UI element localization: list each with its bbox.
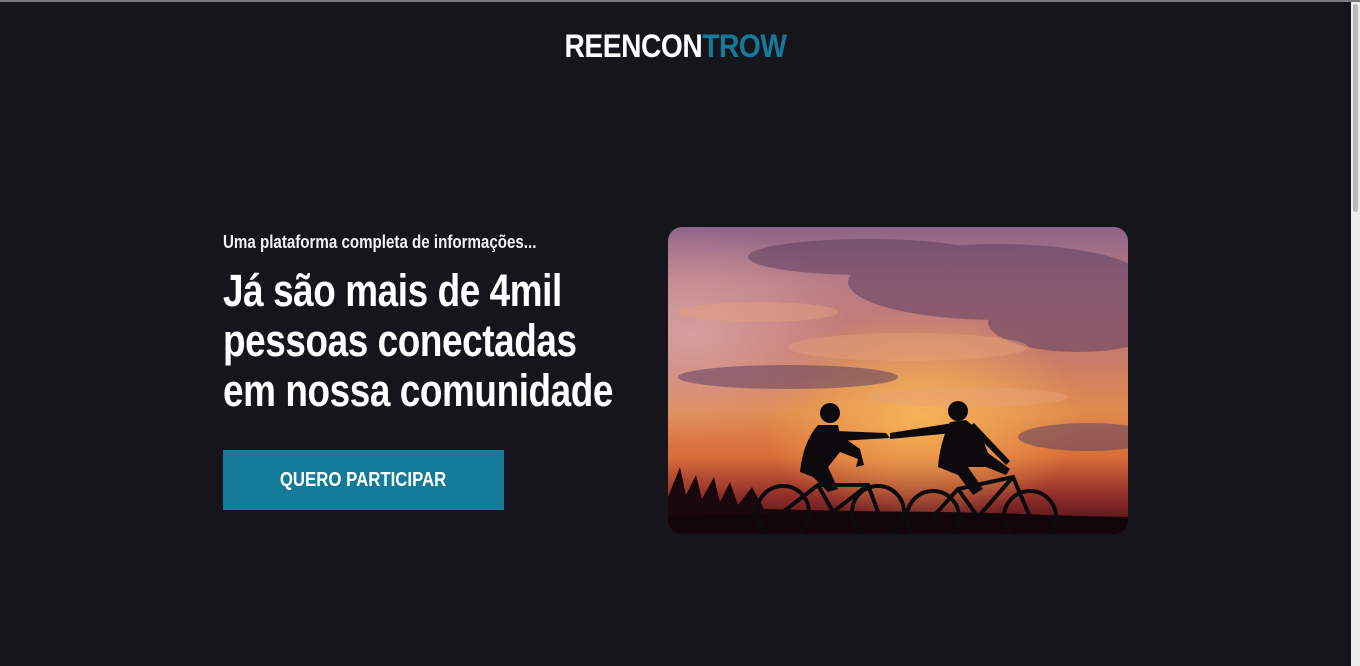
site-logo[interactable]: REENCONTROW xyxy=(81,26,1270,66)
page-scrollbar[interactable] xyxy=(1351,2,1360,666)
join-button[interactable]: QUERO PARTICIPAR xyxy=(223,450,504,510)
logo-text-white: REENCON xyxy=(564,28,703,64)
headline-line: Já são mais de 4mil xyxy=(223,265,562,316)
headline-line: em nossa comunidade xyxy=(223,365,614,416)
logo-text-accent: TROW xyxy=(702,28,787,64)
window-top-border xyxy=(0,0,1360,2)
hero-subtitle: Uma plataforma completa de informações..… xyxy=(223,232,537,252)
join-button-label: QUERO PARTICIPAR xyxy=(280,468,447,491)
scrollbar-thumb[interactable] xyxy=(1353,4,1358,212)
hero-photo xyxy=(668,227,1128,534)
hero-headline: Já são mais de 4mil pessoas conectadas e… xyxy=(223,266,649,416)
headline-line: pessoas conectadas xyxy=(223,315,577,366)
hero-text-block: Uma plataforma completa de informações..… xyxy=(223,228,653,416)
